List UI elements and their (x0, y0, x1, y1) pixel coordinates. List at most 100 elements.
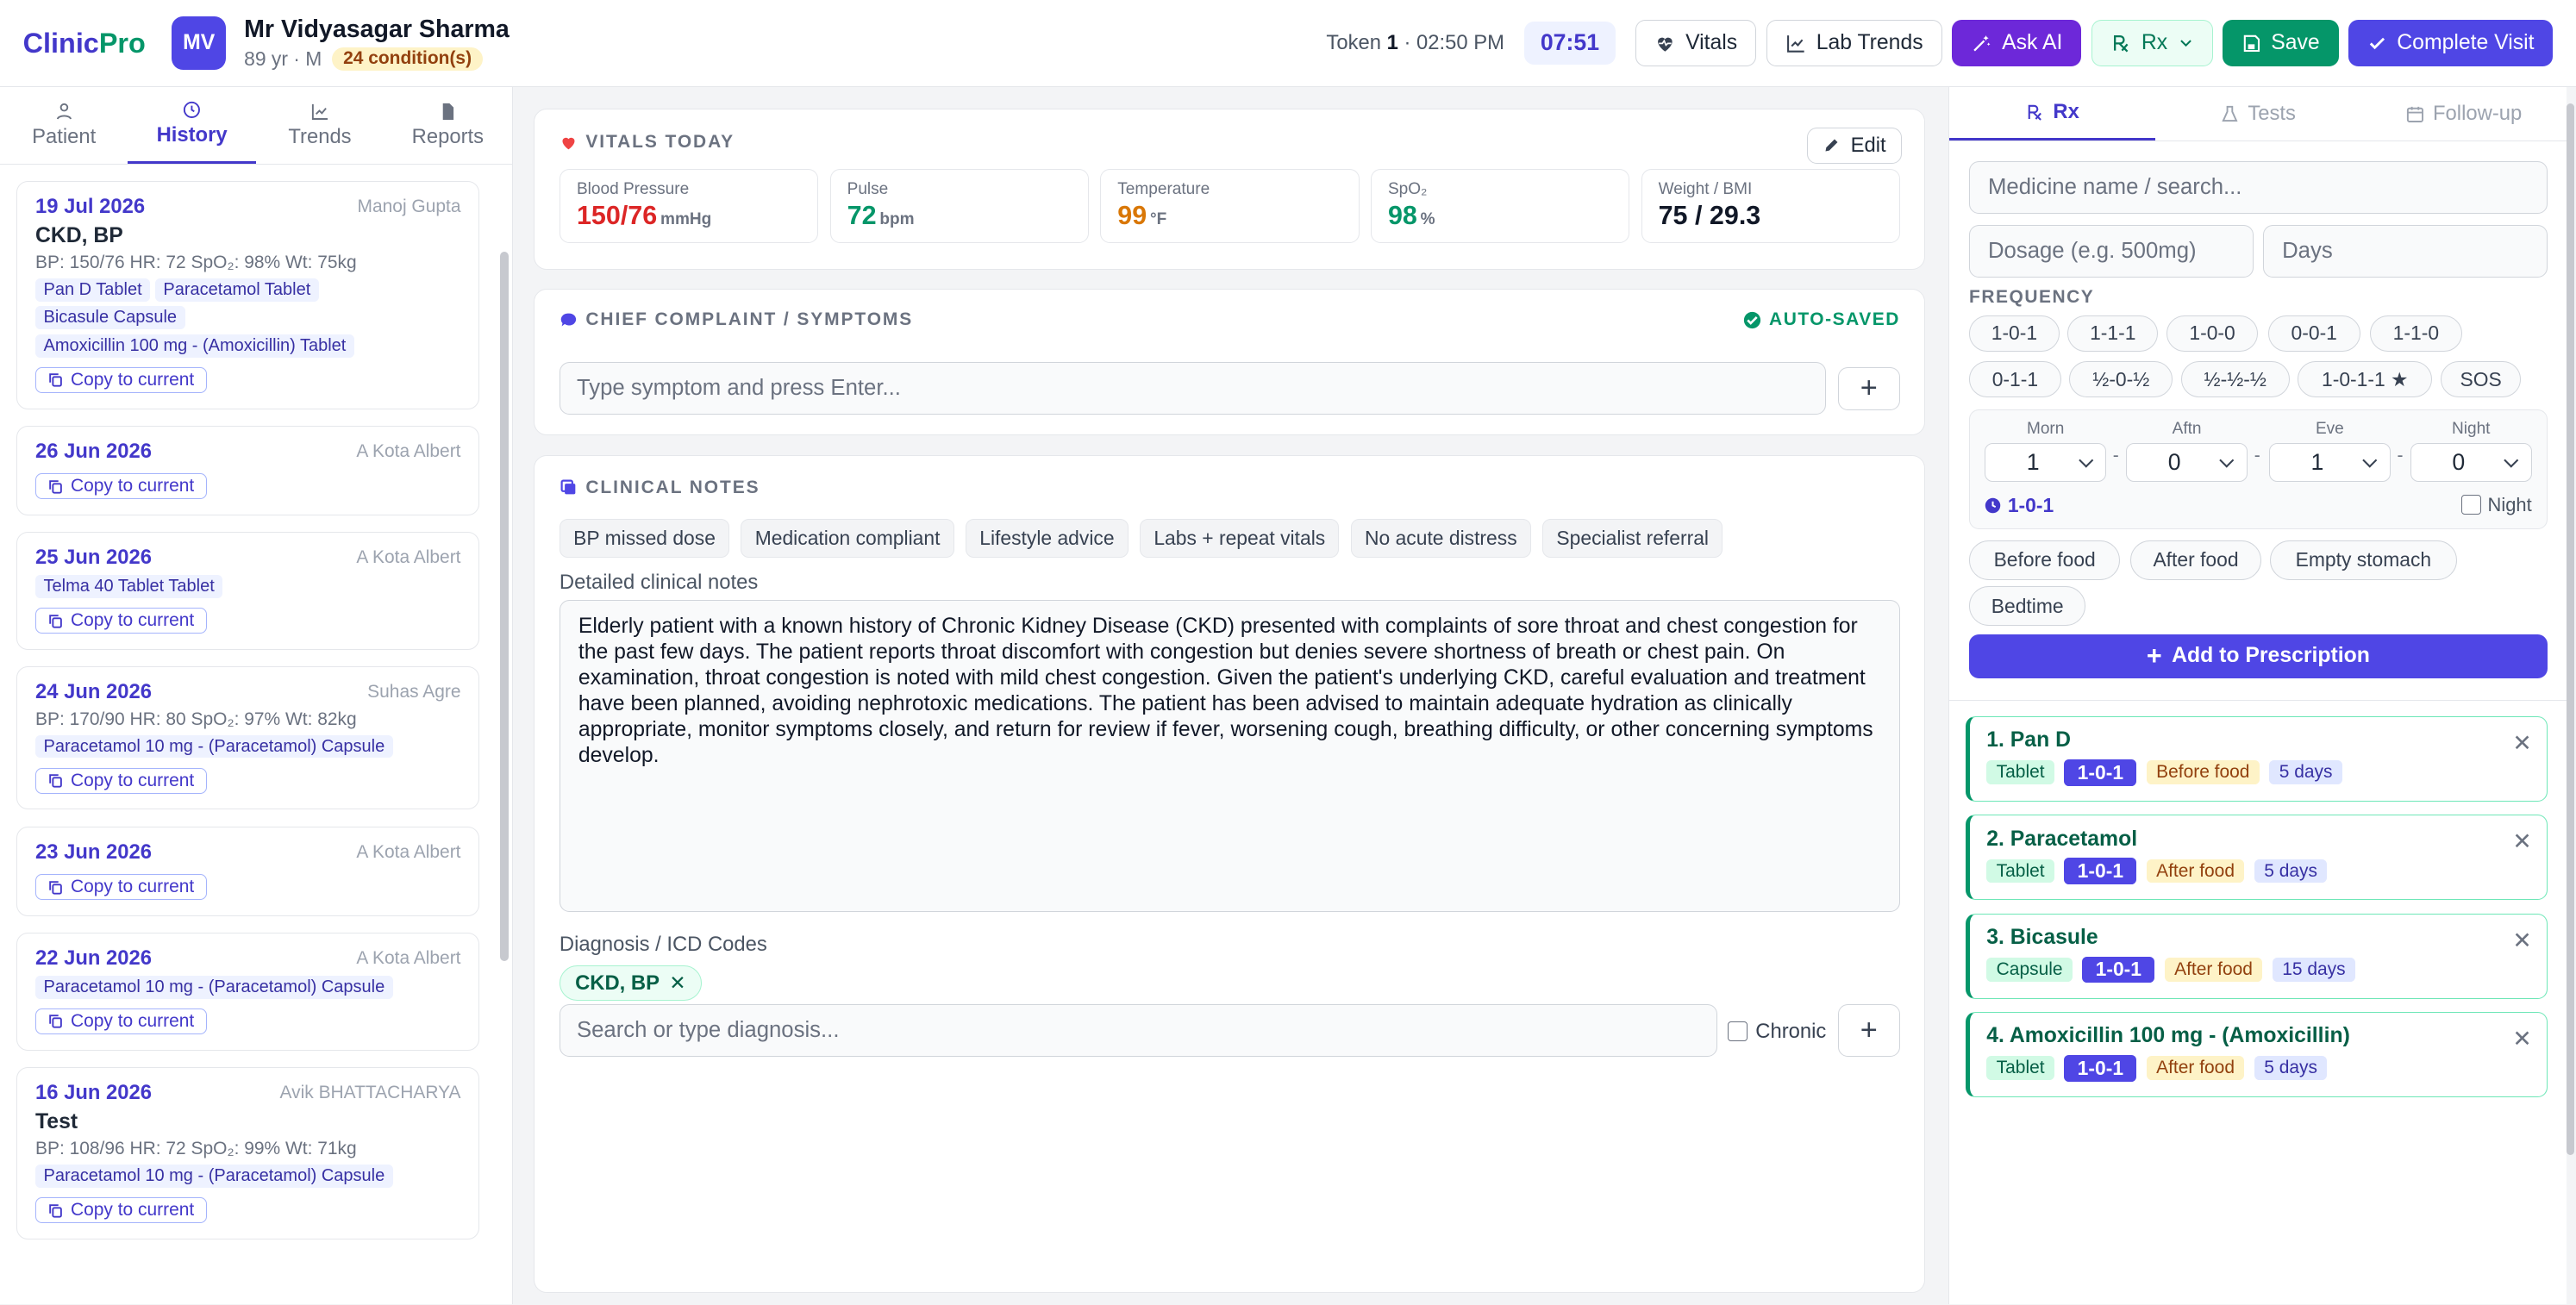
save-button[interactable]: Save (2222, 20, 2339, 66)
history-scrollbar[interactable] (500, 251, 509, 961)
app-logo[interactable]: ClinicPro (23, 28, 146, 59)
complete-visit-button[interactable]: Complete Visit (2348, 20, 2554, 66)
vital-number: 75 / 29.3 (1658, 200, 1761, 230)
frequency-chip[interactable]: 1-1-0 (2370, 315, 2462, 352)
checkbox-icon[interactable] (1727, 1021, 1748, 1041)
frequency-chip[interactable]: 1-0-0 (2166, 315, 2259, 352)
history-date[interactable]: 24 Jun 2026 (35, 680, 152, 704)
history-vitals: BP: 170/90 HR: 80 SpO₂: 97% Wt: 82kg (35, 709, 357, 729)
history-date[interactable]: 23 Jun 2026 (35, 840, 152, 865)
tab-reports[interactable]: Reports (384, 87, 511, 164)
food-timing-chip[interactable]: Bedtime (1969, 586, 2086, 627)
quick-note-chip[interactable]: Lifestyle advice (966, 519, 1129, 558)
tab-patient[interactable]: Patient (0, 87, 128, 164)
close-icon[interactable]: ✕ (669, 971, 685, 995)
checkbox-icon[interactable] (2461, 495, 2481, 515)
history-card[interactable]: 26 Jun 2026 A Kota Albert Copy to current (16, 425, 480, 516)
vitals-button[interactable]: Vitals (1635, 20, 1757, 66)
copy-to-current-button[interactable]: Copy to current (35, 367, 207, 393)
custom-slot-select[interactable]: 0 (2126, 442, 2248, 483)
history-date[interactable]: 25 Jun 2026 (35, 546, 152, 570)
copy-to-current-button[interactable]: Copy to current (35, 1008, 207, 1034)
history-date[interactable]: 26 Jun 2026 (35, 440, 152, 464)
history-card[interactable]: 19 Jul 2026 Manoj Gupta CKD, BP BP: 150/76 … (16, 180, 480, 409)
tab-rx[interactable]: Rx (1949, 87, 2155, 140)
heart-pulse-icon (562, 137, 575, 150)
tab-follow-up[interactable]: Follow-up (2360, 87, 2567, 140)
copy-to-current-button[interactable]: Copy to current (35, 874, 207, 900)
night-checkbox[interactable]: Night (2461, 494, 2532, 516)
history-card[interactable]: 23 Jun 2026 A Kota Albert Copy to current (16, 826, 480, 916)
tab-trends[interactable]: Trends (256, 87, 384, 164)
custom-slot-select[interactable]: 1 (2268, 442, 2391, 483)
quick-note-chip[interactable]: Medication compliant (741, 519, 954, 558)
copy-to-current-button[interactable]: Copy to current (35, 608, 207, 634)
symptom-input[interactable]: Type symptom and press Enter... (559, 362, 1827, 415)
history-card[interactable]: 16 Jun 2026 Avik BHATTACHARYA Test BP: 108/… (16, 1066, 480, 1239)
remove-icon[interactable]: ✕ (2512, 730, 2531, 757)
page-scrollbar[interactable] (2566, 87, 2576, 1305)
chronic-checkbox[interactable]: Chronic (1727, 1020, 1826, 1044)
auto-saved-badge: AUTO-SAVED (1743, 309, 1900, 330)
add-symptom-button[interactable]: + (1837, 366, 1900, 410)
history-card[interactable]: 22 Jun 2026 A Kota Albert Paracetamol 10 m… (16, 932, 480, 1051)
main-content: VITALS TODAY Edit Blood Pressure 150/76 mm… (534, 87, 1926, 1304)
left-sidebar: Patient History Trends Reports 19 Jul 20… (0, 87, 513, 1305)
copy-to-current-button[interactable]: Copy to current (35, 1197, 207, 1224)
dosage-input[interactable]: Dosage (e.g. 500mg) (1969, 225, 2254, 278)
frequency-chip[interactable]: 0-0-1 (2267, 315, 2360, 352)
frequency-chip[interactable]: ½-½-½ (2180, 361, 2290, 398)
file-icon (442, 103, 454, 120)
add-to-prescription-button[interactable]: + Add to Prescription (1969, 634, 2548, 679)
diagnosis-input[interactable]: Search or type diagnosis... (559, 1004, 1718, 1058)
quick-note-chip[interactable]: No acute distress (1350, 519, 1531, 558)
medicine-search-input[interactable]: Medicine name / search... (1969, 160, 2548, 214)
remove-icon[interactable]: ✕ (2512, 828, 2531, 855)
scroll-thumb[interactable] (2566, 103, 2575, 1155)
history-card-header: 26 Jun 2026 A Kota Albert (35, 440, 461, 464)
history-card[interactable]: 24 Jun 2026 Suhas Agre BP: 170/90 HR: 80 S… (16, 665, 480, 810)
tab-tests[interactable]: Tests (2155, 87, 2361, 140)
custom-slot-select[interactable]: 0 (2410, 442, 2532, 483)
ask-ai-button[interactable]: Ask AI (1952, 20, 2082, 66)
diagnosis-chip[interactable]: CKD, BP ✕ (559, 965, 702, 1002)
quick-note-chip[interactable]: Labs + repeat vitals (1140, 519, 1340, 558)
food-tag: After food (2146, 1056, 2245, 1081)
lab-trends-button[interactable]: Lab Trends (1766, 20, 1942, 66)
copy-label: Copy to current (70, 476, 195, 496)
add-diagnosis-button[interactable]: + (1837, 1004, 1900, 1058)
frequency-chip[interactable]: SOS (2440, 361, 2522, 398)
edit-vitals-button[interactable]: Edit (1807, 127, 1902, 164)
food-timing-chip[interactable]: Empty stomach (2269, 540, 2457, 580)
copy-to-current-button[interactable]: Copy to current (35, 473, 207, 500)
history-date[interactable]: 22 Jun 2026 (35, 946, 152, 971)
check-circle-icon (1743, 311, 1760, 328)
food-timing-chip[interactable]: Before food (1969, 540, 2121, 580)
history-date[interactable]: 19 Jul 2026 (35, 195, 145, 219)
remove-icon[interactable]: ✕ (2512, 927, 2531, 954)
remove-icon[interactable]: ✕ (2512, 1026, 2531, 1052)
quick-note-chip[interactable]: BP missed dose (559, 519, 730, 558)
history-card[interactable]: 25 Jun 2026 A Kota Albert Telma 40 Tablet … (16, 532, 480, 650)
frequency-chip[interactable]: ½-0-½ (2069, 361, 2173, 398)
copy-to-current-button[interactable]: Copy to current (35, 767, 207, 794)
food-timing-chip[interactable]: After food (2129, 540, 2262, 580)
prescription-item: 1. Pan D ✕ Tablet 1-0-1 Before food 5 days (1966, 715, 2548, 802)
quick-note-chip[interactable]: Specialist referral (1542, 519, 1723, 558)
rx-dropdown-button[interactable]: Rx (2091, 20, 2213, 66)
tab-history[interactable]: History (128, 87, 256, 164)
right-panel: Rx Tests Follow-up Medicine name / searc… (1948, 87, 2567, 1305)
frequency-chip[interactable]: 1-1-1 (2067, 315, 2159, 352)
clinical-notes-textarea[interactable]: Elderly patient with a known history of … (559, 599, 1900, 912)
history-card-header: 25 Jun 2026 A Kota Albert (35, 546, 461, 570)
frequency-chip[interactable]: 1-0-1-1 ★ (2298, 361, 2433, 398)
history-date[interactable]: 16 Jun 2026 (35, 1081, 152, 1105)
conditions-badge[interactable]: 24 condition(s) (331, 47, 484, 72)
custom-slot-select[interactable]: 1 (1985, 442, 2107, 483)
custom-frequency-box: 1-0-1 Night Morn 1- Aftn 0- Eve 1- Night 0 (1969, 409, 2548, 529)
days-input[interactable]: Days (2263, 225, 2548, 278)
history-doctor: A Kota Albert (356, 841, 461, 862)
frequency-chip[interactable]: 1-0-1 (1969, 315, 2060, 352)
history-vitals: BP: 108/96 HR: 72 SpO₂: 99% Wt: 71kg (35, 1139, 357, 1159)
frequency-chip[interactable]: 0-1-1 (1969, 361, 2061, 398)
